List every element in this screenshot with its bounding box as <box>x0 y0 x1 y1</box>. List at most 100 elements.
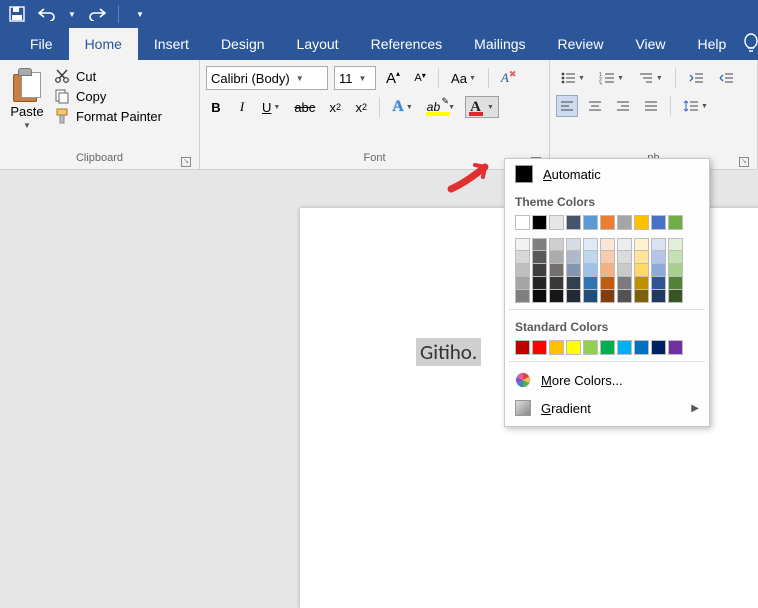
color-swatch[interactable] <box>515 251 530 264</box>
color-swatch[interactable] <box>634 290 649 303</box>
color-swatch[interactable] <box>668 215 683 230</box>
color-swatch[interactable] <box>651 340 666 355</box>
color-swatch[interactable] <box>532 340 547 355</box>
color-swatch[interactable] <box>583 238 598 251</box>
color-swatch[interactable] <box>634 215 649 230</box>
tab-design[interactable]: Design <box>205 28 281 60</box>
color-swatch[interactable] <box>566 238 581 251</box>
qat-customize-icon[interactable]: ▼ <box>131 5 149 23</box>
color-swatch[interactable] <box>515 238 530 251</box>
color-swatch[interactable] <box>651 277 666 290</box>
color-swatch[interactable] <box>515 340 530 355</box>
align-left-button[interactable] <box>556 95 578 117</box>
color-swatch[interactable] <box>532 290 547 303</box>
color-swatch[interactable] <box>617 290 632 303</box>
tab-review[interactable]: Review <box>542 28 620 60</box>
italic-button[interactable]: I <box>232 96 252 118</box>
color-swatch[interactable] <box>532 277 547 290</box>
strikethrough-button[interactable]: abc <box>290 96 319 118</box>
color-swatch[interactable] <box>549 277 564 290</box>
tab-insert[interactable]: Insert <box>138 28 205 60</box>
color-swatch[interactable] <box>566 215 581 230</box>
color-swatch[interactable] <box>600 290 615 303</box>
color-swatch[interactable] <box>668 251 683 264</box>
paragraph-dialog-launcher-icon[interactable]: ↘ <box>739 157 749 167</box>
color-swatch[interactable] <box>549 264 564 277</box>
color-swatch[interactable] <box>668 340 683 355</box>
color-swatch[interactable] <box>600 215 615 230</box>
font-color-button[interactable]: A▼ <box>465 96 499 118</box>
change-case-button[interactable]: Aa▼ <box>447 67 480 89</box>
color-swatch[interactable] <box>566 290 581 303</box>
color-swatch[interactable] <box>532 238 547 251</box>
save-icon[interactable] <box>8 5 26 23</box>
tab-view[interactable]: View <box>619 28 681 60</box>
color-swatch[interactable] <box>549 215 564 230</box>
undo-icon[interactable] <box>38 5 56 23</box>
increase-indent-button[interactable] <box>714 67 738 89</box>
color-swatch[interactable] <box>532 264 547 277</box>
bullets-button[interactable]: ▼ <box>556 67 589 89</box>
tell-me-icon[interactable] <box>742 28 758 60</box>
color-swatch[interactable] <box>532 251 547 264</box>
color-swatch[interactable] <box>515 264 530 277</box>
color-swatch[interactable] <box>583 264 598 277</box>
color-swatch[interactable] <box>600 340 615 355</box>
color-swatch[interactable] <box>600 251 615 264</box>
underline-button[interactable]: U▼ <box>258 96 284 118</box>
color-swatch[interactable] <box>617 251 632 264</box>
text-effects-button[interactable]: A▼ <box>388 96 417 118</box>
color-swatch[interactable] <box>634 264 649 277</box>
color-swatch[interactable] <box>651 238 666 251</box>
tab-home[interactable]: Home <box>69 28 138 60</box>
tab-file[interactable]: File <box>14 28 69 60</box>
color-swatch[interactable] <box>634 340 649 355</box>
color-swatch[interactable] <box>549 251 564 264</box>
paste-button[interactable]: Paste ▼ <box>6 64 48 151</box>
shrink-font-button[interactable]: A▾ <box>410 67 430 89</box>
color-swatch[interactable] <box>566 251 581 264</box>
multilevel-list-button[interactable]: ▼ <box>634 67 667 89</box>
tab-help[interactable]: Help <box>682 28 743 60</box>
copy-button[interactable]: Copy <box>54 88 162 104</box>
numbering-button[interactable]: 123▼ <box>595 67 628 89</box>
color-swatch[interactable] <box>566 340 581 355</box>
color-swatch[interactable] <box>617 277 632 290</box>
color-swatch[interactable] <box>617 215 632 230</box>
color-swatch[interactable] <box>515 290 530 303</box>
color-swatch[interactable] <box>668 264 683 277</box>
line-spacing-button[interactable]: ▼ <box>679 95 712 117</box>
color-swatch[interactable] <box>600 238 615 251</box>
color-swatch[interactable] <box>651 290 666 303</box>
color-swatch[interactable] <box>617 264 632 277</box>
clear-formatting-button[interactable]: A✖ <box>497 67 521 89</box>
tab-layout[interactable]: Layout <box>281 28 355 60</box>
justify-button[interactable] <box>640 95 662 117</box>
color-swatch[interactable] <box>617 238 632 251</box>
color-swatch[interactable] <box>668 290 683 303</box>
color-swatch[interactable] <box>566 277 581 290</box>
tab-mailings[interactable]: Mailings <box>458 28 541 60</box>
color-swatch[interactable] <box>651 264 666 277</box>
color-swatch[interactable] <box>532 215 547 230</box>
more-colors-item[interactable]: More Colors... <box>505 366 709 394</box>
paste-dropdown-icon[interactable]: ▼ <box>23 121 31 130</box>
font-size-combo[interactable]: 11▼ <box>334 66 376 90</box>
superscript-button[interactable]: x2 <box>351 96 371 118</box>
color-swatch[interactable] <box>634 251 649 264</box>
color-swatch[interactable] <box>617 340 632 355</box>
color-swatch[interactable] <box>583 215 598 230</box>
bold-button[interactable]: B <box>206 96 226 118</box>
undo-dropdown-icon[interactable]: ▼ <box>68 5 76 23</box>
text-highlight-button[interactable]: ab ✎ ▼ <box>423 96 459 118</box>
color-swatch[interactable] <box>515 215 530 230</box>
align-right-button[interactable] <box>612 95 634 117</box>
format-painter-button[interactable]: Format Painter <box>54 108 162 124</box>
decrease-indent-button[interactable] <box>684 67 708 89</box>
color-swatch[interactable] <box>583 251 598 264</box>
tab-references[interactable]: References <box>355 28 459 60</box>
color-swatch[interactable] <box>651 251 666 264</box>
grow-font-button[interactable]: A▴ <box>382 67 404 89</box>
color-swatch[interactable] <box>549 238 564 251</box>
color-swatch[interactable] <box>634 238 649 251</box>
